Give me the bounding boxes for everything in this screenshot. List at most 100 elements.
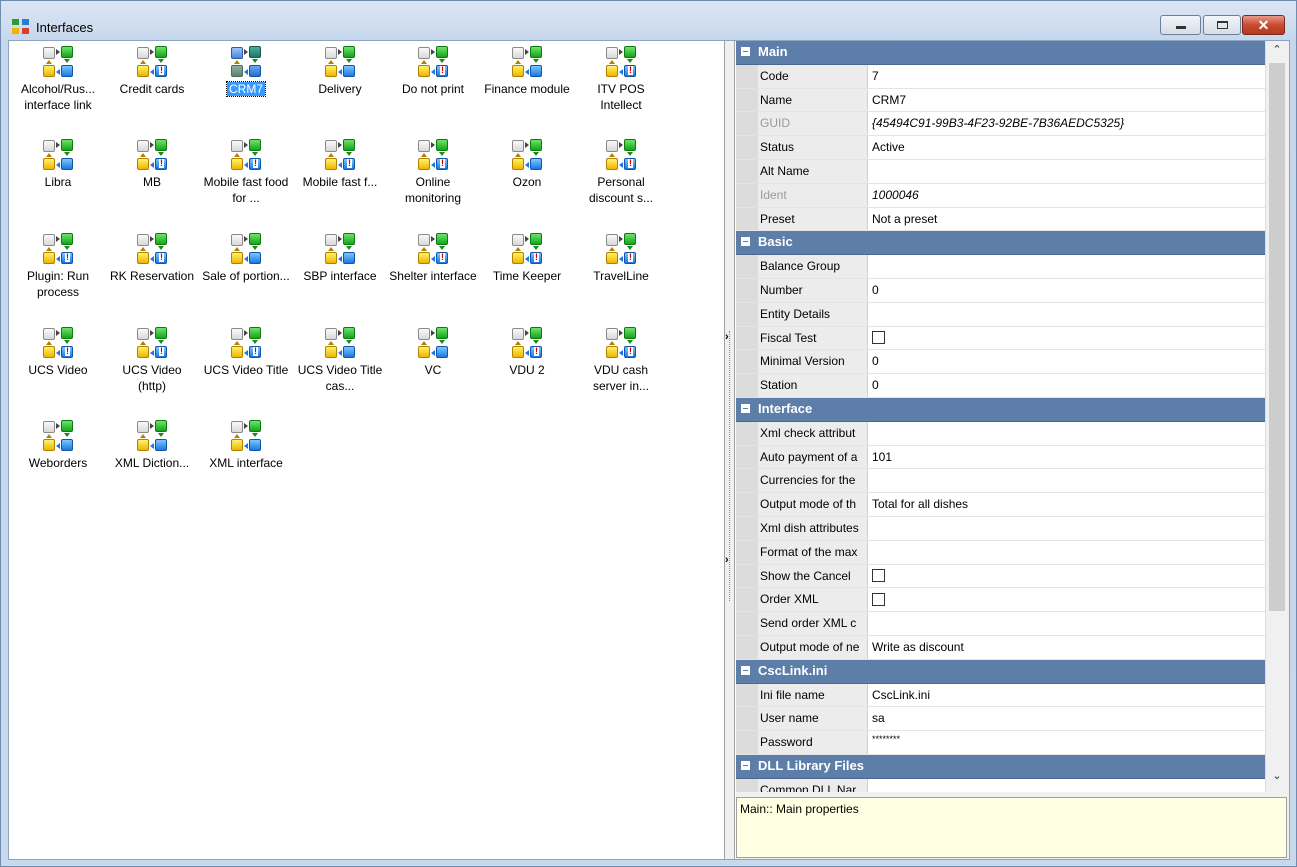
property-checkbox[interactable]	[872, 592, 885, 606]
property-row[interactable]: Ident 1000046	[736, 183, 1265, 208]
property-row[interactable]: Preset Not a preset	[736, 207, 1265, 232]
property-row[interactable]: Alt Name	[736, 159, 1265, 184]
property-row[interactable]: Send order XML c	[736, 612, 1265, 636]
maximize-button[interactable]	[1203, 15, 1241, 35]
property-grid-scrollbar[interactable]: ⌃ ⌄	[1265, 41, 1288, 792]
property-value[interactable]: {45494C91-99B3-4F23-92BE-7B36AEDC5325}	[868, 112, 1265, 135]
interface-item[interactable]: Personal discount s...	[576, 139, 666, 206]
pane-splitter[interactable]: › ›	[725, 41, 735, 859]
property-row[interactable]: Entity Details	[736, 302, 1265, 327]
property-row[interactable]: Format of the max	[736, 540, 1265, 565]
property-row[interactable]: Code 7	[736, 64, 1265, 89]
property-value[interactable]: CscLink.ini	[868, 684, 1265, 707]
property-value[interactable]: Write as discount	[868, 636, 1265, 659]
interface-item[interactable]: XML interface	[201, 420, 291, 471]
property-value[interactable]	[868, 469, 1265, 492]
property-value[interactable]: 0	[868, 374, 1265, 397]
property-row[interactable]: Number 0	[736, 278, 1265, 303]
property-value[interactable]	[868, 517, 1265, 540]
property-value[interactable]: 7	[868, 65, 1265, 88]
property-value[interactable]: sa	[868, 707, 1265, 730]
property-value[interactable]	[868, 588, 1265, 611]
property-row[interactable]: Xml dish attributes	[736, 516, 1265, 541]
property-grid[interactable]: Main Code 7 Name CRM7 GUID {45494C91-99B3-4F23…	[736, 41, 1265, 792]
property-value[interactable]: Active	[868, 136, 1265, 159]
collapse-icon[interactable]	[741, 403, 750, 413]
property-row[interactable]: Currencies for the	[736, 469, 1265, 494]
interface-item[interactable]: Do not print	[388, 46, 478, 97]
interface-item[interactable]: UCS Video Title cas...	[295, 327, 385, 394]
property-value[interactable]	[868, 565, 1265, 588]
property-category[interactable]: Interface	[736, 397, 1265, 422]
collapse-icon[interactable]	[741, 47, 750, 56]
interface-item[interactable]: Libra	[13, 139, 103, 190]
property-value[interactable]	[868, 327, 1265, 350]
interface-item[interactable]: Plugin: Run process	[13, 233, 103, 300]
property-row[interactable]: Minimal Version 0	[736, 350, 1265, 375]
property-row[interactable]: Output mode of th Total for all dishes	[736, 493, 1265, 517]
property-row[interactable]: Xml check attribut	[736, 421, 1265, 446]
interface-item[interactable]: Mobile fast f...	[295, 139, 385, 190]
interface-item[interactable]: Shelter interface	[388, 233, 478, 284]
interface-item[interactable]: RK Reservation	[107, 233, 197, 284]
interface-item[interactable]: Finance module	[482, 46, 572, 97]
property-value[interactable]: 0	[868, 279, 1265, 302]
title-bar[interactable]: Interfaces ✕	[1, 1, 1296, 39]
property-value[interactable]: CRM7	[868, 89, 1265, 112]
interface-item[interactable]: Ozon	[482, 139, 572, 190]
property-category[interactable]: DLL Library Files	[736, 754, 1265, 779]
property-category[interactable]: CscLink.ini	[736, 659, 1265, 684]
property-row[interactable]: User name sa	[736, 707, 1265, 732]
property-value[interactable]	[868, 541, 1265, 564]
property-row[interactable]: Show the Cancel	[736, 564, 1265, 589]
interface-item[interactable]: CRM7	[201, 46, 291, 97]
property-value[interactable]: 1000046	[868, 184, 1265, 207]
property-value[interactable]	[868, 160, 1265, 183]
property-value[interactable]: 101	[868, 446, 1265, 469]
close-button[interactable]: ✕	[1242, 15, 1285, 35]
property-row[interactable]: GUID {45494C91-99B3-4F23-92BE-7B36AEDC532…	[736, 112, 1265, 137]
property-row[interactable]: Output mode of ne Write as discount	[736, 635, 1265, 660]
property-row[interactable]: Name CRM7	[736, 88, 1265, 113]
collapse-icon[interactable]	[741, 665, 750, 675]
scroll-down-icon[interactable]: ⌄	[1266, 769, 1288, 789]
interface-item[interactable]: Weborders	[13, 420, 103, 471]
interface-item[interactable]: Alcohol/Rus... interface link	[13, 46, 103, 113]
minimize-button[interactable]	[1160, 15, 1201, 35]
property-row[interactable]: Ini file name CscLink.ini	[736, 683, 1265, 708]
property-value[interactable]: 0	[868, 350, 1265, 373]
interface-item[interactable]: Time Keeper	[482, 233, 572, 284]
property-category[interactable]: Main	[736, 41, 1265, 65]
interface-item[interactable]: Mobile fast food for ...	[201, 139, 291, 206]
scrollbar-thumb[interactable]	[1269, 63, 1285, 611]
property-checkbox[interactable]	[872, 330, 885, 344]
property-category[interactable]: Basic	[736, 231, 1265, 256]
interface-item[interactable]: XML Diction...	[107, 420, 197, 471]
interface-item[interactable]: UCS Video Title	[201, 327, 291, 378]
collapse-icon[interactable]	[741, 760, 750, 770]
expand-arrow-icon[interactable]: ›	[725, 554, 729, 566]
scroll-up-icon[interactable]: ⌃	[1266, 43, 1288, 63]
interface-item[interactable]: SBP interface	[295, 233, 385, 284]
property-row[interactable]: Balance Group	[736, 255, 1265, 279]
interface-item[interactable]: MB	[107, 139, 197, 190]
interface-item[interactable]: VDU 2	[482, 327, 572, 378]
property-value[interactable]	[868, 303, 1265, 326]
property-row[interactable]: Password ********	[736, 731, 1265, 755]
property-row[interactable]: Auto payment of a 101	[736, 445, 1265, 470]
property-value[interactable]: Total for all dishes	[868, 493, 1265, 516]
property-value[interactable]: Not a preset	[868, 208, 1265, 231]
property-checkbox[interactable]	[872, 568, 885, 582]
interface-item[interactable]: Delivery	[295, 46, 385, 97]
interface-item[interactable]: Sale of portion...	[201, 233, 291, 284]
property-value[interactable]	[868, 612, 1265, 635]
interface-item[interactable]: VDU cash server in...	[576, 327, 666, 394]
interface-item[interactable]: ITV POS Intellect	[576, 46, 666, 113]
property-row[interactable]: Common DLL Nar	[736, 778, 1265, 792]
interface-item[interactable]: TravelLine	[576, 233, 666, 284]
property-value[interactable]	[868, 255, 1265, 278]
interface-item[interactable]: Online monitoring	[388, 139, 478, 206]
property-value[interactable]	[868, 422, 1265, 445]
property-value[interactable]	[868, 779, 1265, 792]
property-value[interactable]: ********	[868, 731, 1265, 754]
